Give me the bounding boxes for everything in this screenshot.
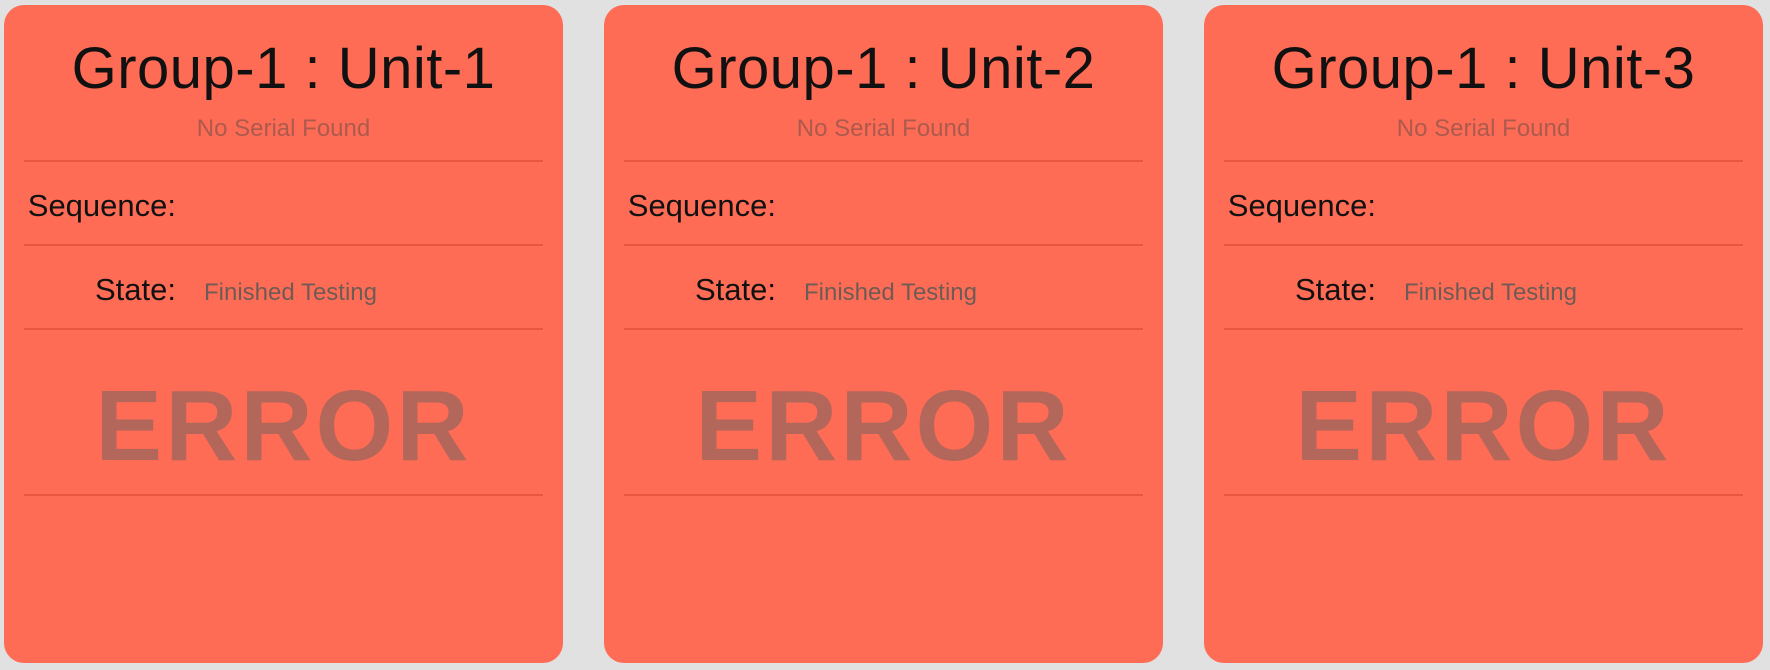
status-text: ERROR bbox=[1295, 370, 1672, 482]
divider bbox=[624, 328, 1143, 330]
state-label: State: bbox=[695, 272, 776, 307]
sequence-label: Sequence: bbox=[627, 188, 776, 223]
unit-card-1[interactable]: Group-1 : Unit-1 No Serial Found Sequenc… bbox=[4, 5, 563, 663]
serial-number: No Serial Found bbox=[196, 115, 371, 142]
sequence-label: Sequence: bbox=[1227, 188, 1376, 223]
divider bbox=[1224, 160, 1743, 162]
divider bbox=[24, 328, 543, 330]
unit-title: Group-1 : Unit-2 bbox=[671, 36, 1096, 101]
unit-title: Group-1 : Unit-1 bbox=[71, 36, 496, 101]
state-value: Finished Testing bbox=[1404, 279, 1577, 306]
unit-card-2[interactable]: Group-1 : Unit-2 No Serial Found Sequenc… bbox=[604, 5, 1163, 663]
status-text: ERROR bbox=[695, 370, 1072, 482]
divider bbox=[624, 160, 1143, 162]
divider bbox=[24, 494, 543, 496]
divider bbox=[1224, 494, 1743, 496]
divider bbox=[24, 160, 543, 162]
unit-title: Group-1 : Unit-3 bbox=[1271, 36, 1696, 101]
unit-card-3[interactable]: Group-1 : Unit-3 No Serial Found Sequenc… bbox=[1204, 5, 1763, 663]
status-text: ERROR bbox=[95, 370, 472, 482]
serial-number: No Serial Found bbox=[796, 115, 971, 142]
state-label: State: bbox=[95, 272, 176, 307]
state-value: Finished Testing bbox=[204, 279, 377, 306]
divider bbox=[1224, 328, 1743, 330]
divider bbox=[1224, 244, 1743, 246]
sequence-label: Sequence: bbox=[27, 188, 176, 223]
divider bbox=[624, 494, 1143, 496]
serial-number: No Serial Found bbox=[1396, 115, 1571, 142]
state-value: Finished Testing bbox=[804, 279, 977, 306]
divider bbox=[624, 244, 1143, 246]
state-label: State: bbox=[1295, 272, 1376, 307]
divider bbox=[24, 244, 543, 246]
